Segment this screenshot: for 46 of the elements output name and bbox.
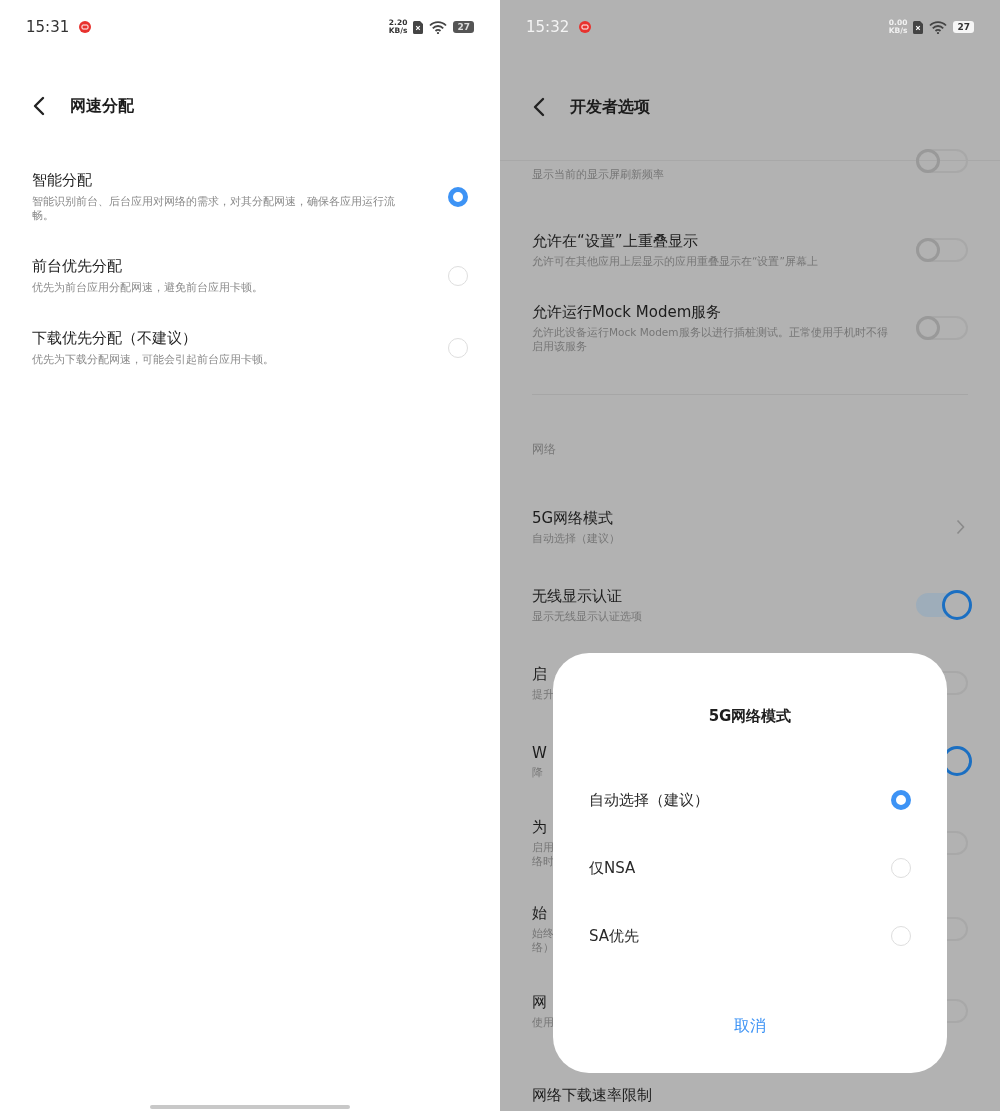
setting-title: 始 xyxy=(532,904,547,923)
back-icon[interactable] xyxy=(533,97,545,117)
option-title: 下载优先分配（不建议） xyxy=(32,329,198,348)
setting-title: 允许运行Mock Modem服务 xyxy=(532,303,722,322)
battery-indicator: 27 xyxy=(953,21,974,33)
option-description: 优先为下载分配网速，可能会引起前台应用卡顿。 xyxy=(32,353,275,367)
wifi-icon xyxy=(429,20,448,34)
setting-title: 允许在“设置”上重叠显示 xyxy=(532,232,698,251)
option-title: 前台优先分配 xyxy=(32,257,123,276)
toggle-switch[interactable] xyxy=(916,149,968,173)
battery-indicator: 27 xyxy=(453,21,474,33)
setting-description: 络） xyxy=(532,940,554,954)
option-description: 智能识别前台、后台应用对网络的需求，对其分配网速，确保各应用运行流畅。 xyxy=(32,195,396,223)
radio-button[interactable] xyxy=(448,187,468,207)
sim-card-icon xyxy=(413,20,424,34)
toggle-switch[interactable] xyxy=(916,316,968,340)
setting-title: 为 xyxy=(532,818,547,837)
setting-title: 网络下载速率限制 xyxy=(532,1086,652,1105)
setting-title: 网 xyxy=(532,993,547,1012)
option-label: 仅NSA xyxy=(589,858,636,878)
radio-button[interactable] xyxy=(891,790,911,810)
status-time: 15:32 xyxy=(526,18,570,36)
option-label: SA优先 xyxy=(589,926,640,946)
page-title: 网速分配 xyxy=(70,95,134,117)
notification-icon xyxy=(79,21,92,33)
option-description: 优先为前台应用分配网速，避免前台应用卡顿。 xyxy=(32,281,264,295)
page-title: 开发者选项 xyxy=(570,96,650,118)
notification-icon xyxy=(579,21,592,33)
setting-description: 始终 xyxy=(532,926,554,940)
setting-description: 降 xyxy=(532,764,543,779)
status-time: 15:31 xyxy=(26,18,70,36)
sim-card-icon xyxy=(913,20,924,34)
back-icon[interactable] xyxy=(33,96,45,116)
option-title: 智能分配 xyxy=(32,171,93,190)
setting-title: 无线显示认证 xyxy=(532,587,622,606)
setting-title: W xyxy=(532,743,547,762)
toggle-switch[interactable] xyxy=(916,238,968,262)
wifi-icon xyxy=(929,20,948,34)
cancel-button[interactable]: 取消 xyxy=(724,1012,776,1041)
setting-title: 5G网络模式 xyxy=(532,509,614,528)
section-header: 网络 xyxy=(531,441,557,458)
option-label: 自动选择（建议） xyxy=(589,790,709,810)
chevron-icon xyxy=(956,519,965,535)
setting-title: 启 xyxy=(532,665,547,684)
home-indicator[interactable] xyxy=(150,1105,350,1109)
dialog-title: 5G网络模式 xyxy=(708,707,792,726)
